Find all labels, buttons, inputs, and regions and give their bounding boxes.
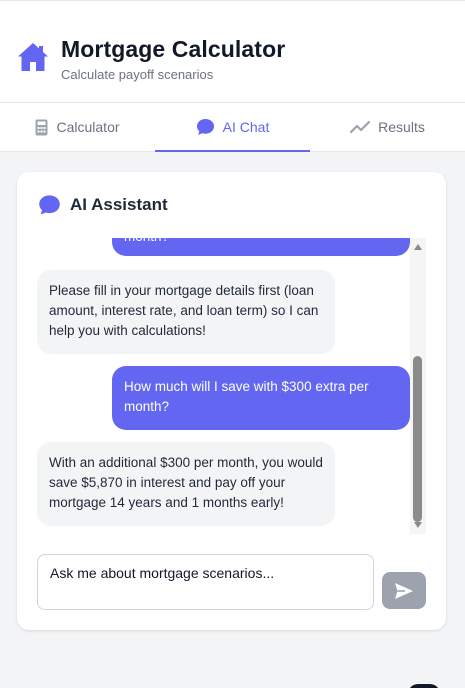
tab-results[interactable]: Results [310, 103, 465, 151]
send-button[interactable] [382, 572, 426, 609]
floating-action-edge[interactable] [408, 684, 440, 688]
chat-bubble-icon [39, 195, 60, 215]
app-header: Mortgage Calculator Calculate payoff sce… [0, 0, 465, 103]
chat-messages[interactable]: How much will I save with $300 extra per… [37, 238, 426, 534]
tab-results-label: Results [378, 119, 425, 135]
page-subtitle: Calculate payoff scenarios [61, 67, 214, 82]
chat-input[interactable] [37, 554, 374, 610]
page-title: Mortgage Calculator [61, 36, 286, 62]
tab-bar: Calculator AI Chat Results [0, 103, 465, 152]
chat-scrollbar[interactable] [410, 238, 426, 534]
send-icon [395, 582, 413, 599]
chat-bubble-icon [196, 119, 214, 135]
scrollbar-thumb[interactable] [413, 356, 422, 522]
chat-card-header: AI Assistant [38, 194, 168, 216]
scroll-down-arrow-icon[interactable] [414, 522, 422, 528]
tab-ai-chat[interactable]: AI Chat [155, 103, 310, 152]
user-message: How much will I save with $300 extra per… [112, 366, 410, 430]
user-message: How much will I save with $300 extra per… [112, 238, 410, 256]
home-icon [18, 43, 48, 71]
chat-card: AI Assistant How much will I save with $… [17, 172, 446, 630]
assistant-message: Please fill in your mortgage details fir… [37, 270, 335, 354]
assistant-message: With an additional $300 per month, you w… [37, 442, 335, 526]
chat-input-row [37, 554, 426, 610]
tab-calculator[interactable]: Calculator [0, 103, 155, 151]
chat-title: AI Assistant [70, 195, 168, 214]
trend-line-icon [350, 121, 371, 133]
tab-calculator-label: Calculator [56, 119, 120, 135]
calculator-icon [35, 119, 48, 135]
tab-ai-chat-label: AI Chat [222, 119, 270, 135]
scroll-up-arrow-icon[interactable] [414, 244, 422, 250]
